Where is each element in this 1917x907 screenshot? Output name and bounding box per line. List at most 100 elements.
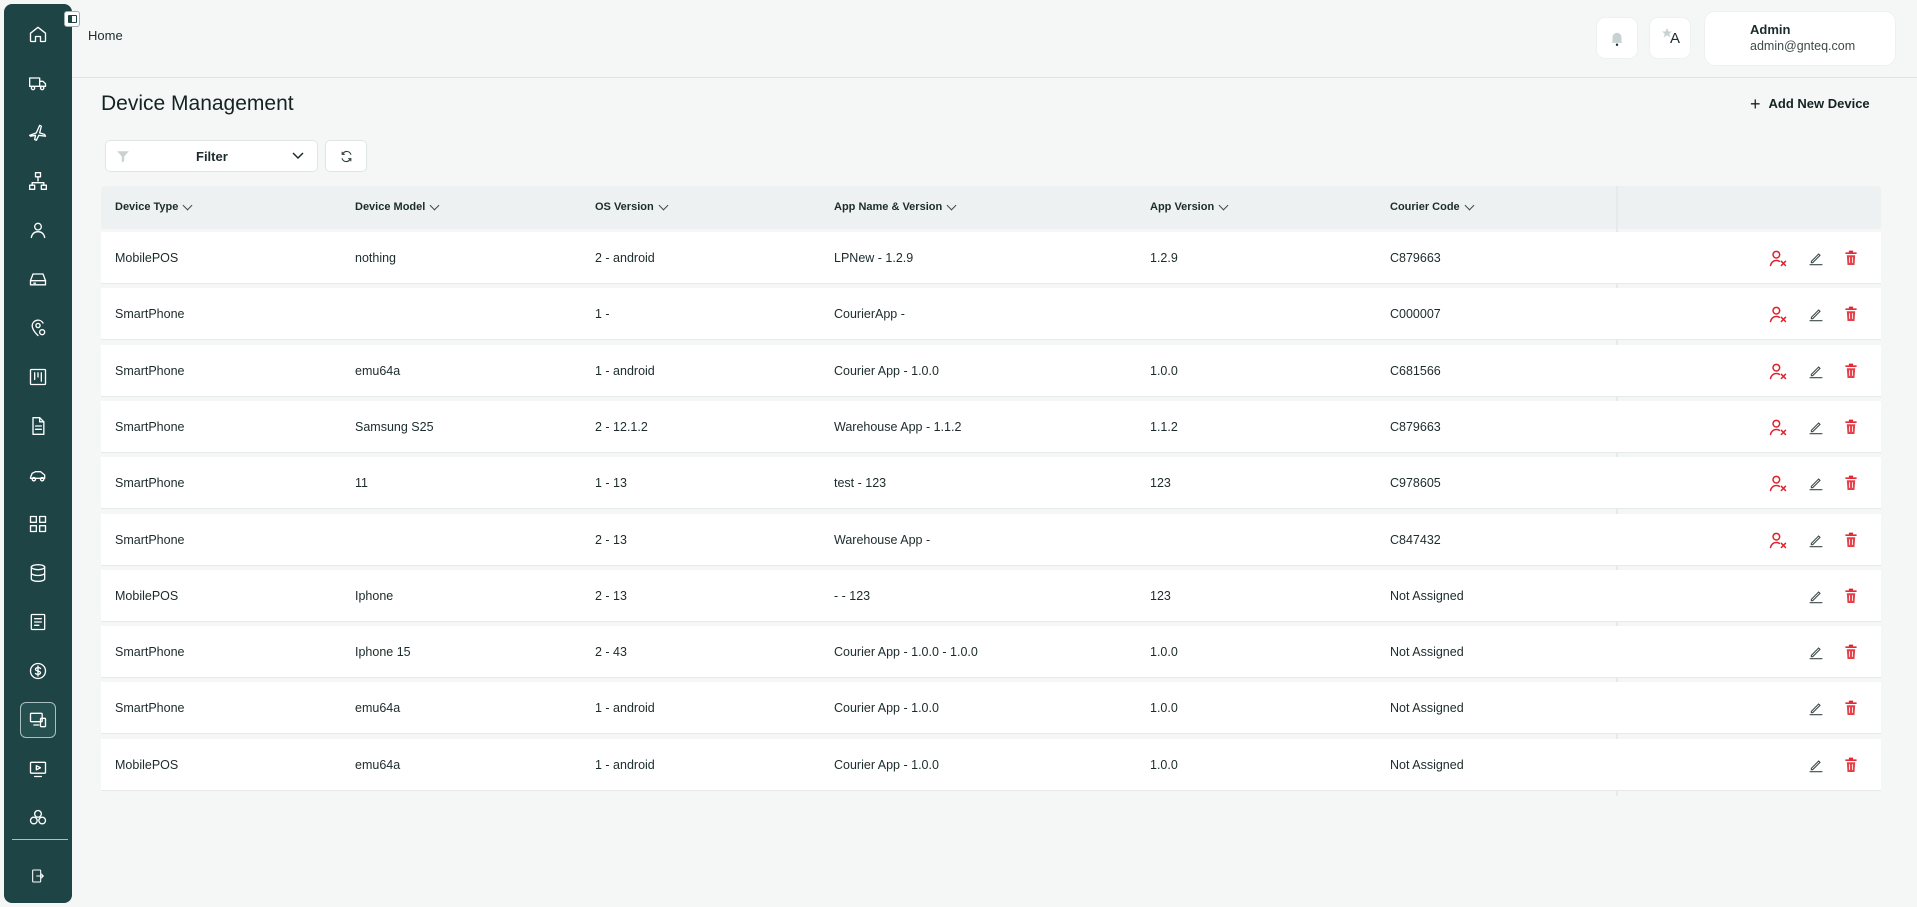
column-header[interactable]: App Name & Version [834, 200, 957, 213]
pencil-icon [1808, 475, 1824, 491]
pencil-icon [1808, 306, 1824, 322]
logout-button[interactable] [20, 858, 56, 894]
table-row[interactable]: MobilePOS Iphone 2 - 13 - - 123 123 Not Assig… [101, 569, 1881, 622]
user-email: admin@gnteq.com [1750, 39, 1856, 53]
sidebar-item-hard-drive[interactable] [20, 261, 56, 297]
device-model-cell: nothing [355, 251, 397, 265]
courier-code-cell: C681566 [1390, 363, 1441, 378]
table-row[interactable]: SmartPhone emu64a 1 - android Courier App -… [101, 344, 1881, 397]
notifications-button[interactable] [1597, 18, 1637, 58]
sidebar-item-truck[interactable] [20, 65, 56, 101]
column-header[interactable]: OS Version [595, 200, 669, 213]
delete-button[interactable] [1841, 586, 1861, 606]
os-version-cell: 1 - android [595, 701, 655, 716]
app-name-version-cell: - - 123 [834, 588, 871, 603]
unassign-courier-button[interactable] [1768, 248, 1788, 268]
column-header[interactable]: Courier Code [1390, 200, 1475, 213]
filter-icon [117, 151, 129, 163]
os-version-cell: 2 - 12.1.2 [595, 419, 648, 434]
sidebar-item-database[interactable] [20, 555, 56, 591]
logout-icon [32, 869, 44, 883]
app-name-version-cell: Warehouse App - [834, 532, 931, 547]
filter-dropdown[interactable]: Filter [105, 140, 318, 172]
device-type-cell: MobilePOS [115, 251, 179, 265]
sidebar-item-dashboard-grid[interactable] [20, 506, 56, 542]
table-row[interactable]: MobilePOS emu64a 1 - android Courier App - … [101, 738, 1881, 791]
edit-button[interactable] [1806, 530, 1826, 550]
sidebar-item-location-settings[interactable] [20, 310, 56, 346]
sidebar-item-hierarchy[interactable] [20, 163, 56, 199]
edit-button[interactable] [1806, 473, 1826, 493]
sidebar-item-home[interactable] [20, 16, 56, 52]
column-header[interactable]: Device Model [355, 200, 440, 213]
unassign-courier-button[interactable] [1768, 417, 1788, 437]
sidebar-item-clover[interactable] [20, 800, 56, 836]
delete-button[interactable] [1841, 698, 1861, 718]
trash-icon [1844, 419, 1858, 435]
edit-button[interactable] [1806, 642, 1826, 662]
sidebar-item-car[interactable] [20, 457, 56, 493]
sidebar-item-devices[interactable] [20, 702, 56, 738]
delete-button[interactable] [1841, 642, 1861, 662]
courier-code-cell: C978605 [1390, 476, 1441, 491]
edit-button[interactable] [1806, 417, 1826, 437]
delete-button[interactable] [1841, 361, 1861, 381]
pencil-icon [1808, 419, 1824, 435]
table-row[interactable]: SmartPhone Samsung S25 2 - 12.1.2 Warehouse… [101, 400, 1881, 453]
table-row[interactable]: SmartPhone 1 - CourierApp - C000007 [101, 288, 1881, 341]
delete-button[interactable] [1841, 417, 1861, 437]
courier-code-cell: C879663 [1390, 419, 1441, 434]
column-header[interactable]: Device Type [115, 200, 193, 213]
unassign-courier-button[interactable] [1768, 304, 1788, 324]
refresh-button[interactable] [325, 140, 367, 172]
app-name-version-cell: Courier App - 1.0.0 [834, 757, 939, 772]
edit-button[interactable] [1806, 698, 1826, 718]
user-profile-card[interactable]: Admin admin@gnteq.com [1705, 12, 1895, 65]
edit-button[interactable] [1806, 361, 1826, 381]
table-row[interactable]: SmartPhone 11 1 - 13 test - 123 123 C978605 [101, 457, 1881, 510]
delete-button[interactable] [1841, 473, 1861, 493]
device-type-cell: SmartPhone [115, 645, 185, 660]
delete-button[interactable] [1841, 530, 1861, 550]
edit-button[interactable] [1806, 248, 1826, 268]
sidebar-item-user[interactable] [20, 212, 56, 248]
table-row[interactable]: SmartPhone emu64a 1 - android Courier App -… [101, 682, 1881, 735]
add-new-device-button[interactable]: + Add New Device [1750, 95, 1870, 113]
sidebar-item-dollar[interactable] [20, 653, 56, 689]
edit-button[interactable] [1806, 755, 1826, 775]
sidebar-item-monitor-play[interactable] [20, 751, 56, 787]
column-header[interactable]: App Version [1150, 200, 1229, 213]
device-type-cell: SmartPhone [115, 419, 185, 434]
device-type-cell: MobilePOS [115, 757, 179, 772]
plane-icon [29, 124, 47, 141]
pencil-icon [1808, 363, 1824, 379]
breadcrumb[interactable]: Home [88, 28, 123, 43]
unassign-courier-button[interactable] [1768, 361, 1788, 381]
table-row[interactable]: SmartPhone 2 - 13 Warehouse App - C847432 [101, 513, 1881, 566]
device-model-cell: emu64a [355, 363, 401, 378]
unassign-courier-button[interactable] [1768, 473, 1788, 493]
device-type-cell: SmartPhone [115, 363, 185, 378]
delete-button[interactable] [1841, 755, 1861, 775]
trash-icon [1844, 306, 1858, 322]
location-settings-icon [31, 319, 46, 337]
device-type-cell: SmartPhone [115, 476, 185, 491]
edit-button[interactable] [1806, 304, 1826, 324]
delete-button[interactable] [1841, 248, 1861, 268]
language-button[interactable]: A [1650, 18, 1690, 58]
delete-button[interactable] [1841, 304, 1861, 324]
table-row[interactable]: SmartPhone Iphone 15 2 - 43 Courier App - 1… [101, 626, 1881, 679]
edit-button[interactable] [1806, 586, 1826, 606]
sidebar-item-plane[interactable] [20, 114, 56, 150]
sidebar-item-document[interactable] [20, 408, 56, 444]
unassign-courier-button[interactable] [1768, 530, 1788, 550]
monitor-play-icon [29, 761, 47, 778]
table-row[interactable]: MobilePOS nothing 2 - android LPNew - 1.2.9… [101, 232, 1881, 284]
page-title: Device Management [101, 92, 294, 115]
sidebar-item-kanban-board[interactable] [20, 359, 56, 395]
app-version-cell: 1.0.0 [1150, 363, 1178, 378]
courier-code-cell: C879663 [1390, 251, 1441, 265]
kanban-board-icon [29, 368, 47, 386]
user-remove-icon [1768, 417, 1788, 437]
sidebar-item-report[interactable] [20, 604, 56, 640]
